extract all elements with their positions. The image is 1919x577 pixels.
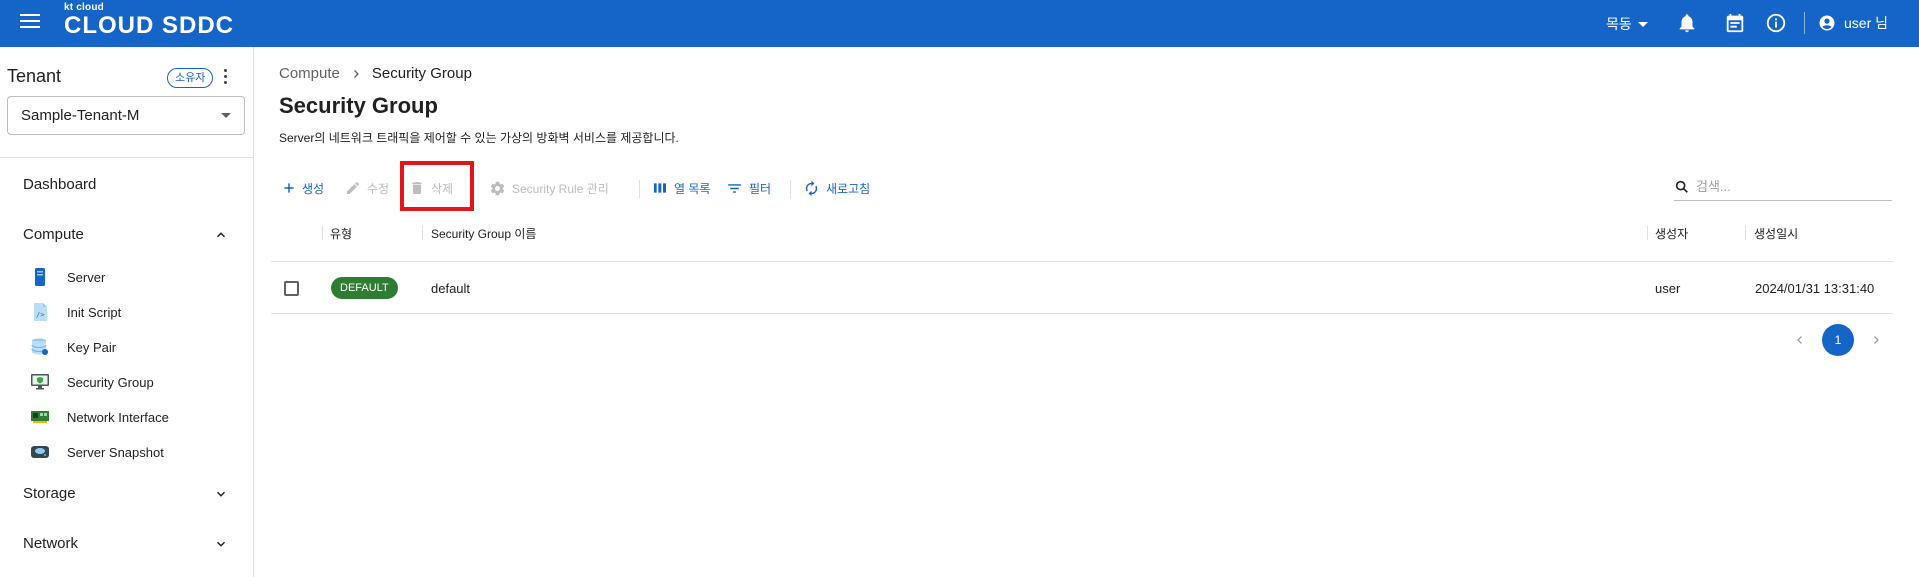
columns-button[interactable]: 열 목록: [652, 176, 710, 200]
breadcrumb-current: Security Group: [371, 65, 472, 82]
disk-icon: [30, 442, 50, 462]
filter-button[interactable]: 필터: [726, 176, 771, 200]
logo[interactable]: kt cloud CLOUD SDDC: [64, 3, 234, 39]
breadcrumb: Compute Security Group: [279, 65, 472, 82]
sidebar-divider: [0, 157, 253, 158]
page-button-current[interactable]: 1: [1822, 324, 1854, 356]
chevron-right-icon: [1874, 336, 1879, 344]
next-page-button[interactable]: [1866, 324, 1886, 356]
view-columns-icon: [654, 183, 666, 193]
filter-icon: [728, 183, 741, 193]
columns-button-label: 열 목록: [674, 181, 711, 196]
tenant-title: Tenant: [7, 66, 62, 86]
column-separator: [322, 226, 323, 240]
row-name: default: [431, 280, 471, 296]
table-row[interactable]: DEFAULT default user 2024/01/31 13:31:40: [271, 262, 1893, 314]
edit-button-label: 수정: [367, 181, 390, 196]
toolbar-divider: [639, 180, 640, 198]
row-created-at: 2024/01/31 13:31:40: [1755, 280, 1875, 296]
chevron-up-icon[interactable]: [214, 228, 228, 242]
sidebar: Tenant 소유자 Sample-Tenant-M Dashboard Com…: [0, 47, 254, 577]
sidebar-item-network-interface[interactable]: Network Interface: [30, 404, 169, 430]
row-checkbox[interactable]: [284, 280, 299, 296]
sidebar-item-init-script[interactable]: /> Init Script: [30, 299, 121, 325]
column-header-name[interactable]: Security Group 이름: [431, 218, 536, 248]
page-title: Security Group: [279, 93, 438, 118]
page-description: Server의 네트워크 트래픽을 제어할 수 있는 가상의 방화벽 서비스를 …: [279, 131, 679, 145]
server-icon: [30, 267, 50, 287]
security-rule-manage-button[interactable]: Security Rule 관리: [489, 176, 609, 200]
sidebar-item-label: Init Script: [67, 304, 122, 320]
chevron-right-icon: [353, 69, 359, 78]
topbar-divider: [1804, 12, 1805, 34]
sidebar-item-label: Server Snapshot: [67, 444, 164, 460]
highlight-box: [400, 161, 474, 211]
column-separator: [1745, 226, 1746, 240]
chevron-down-icon[interactable]: [214, 537, 228, 551]
create-button[interactable]: 생성: [282, 176, 324, 200]
refresh-button-label: 새로고침: [826, 181, 871, 196]
sidebar-item-server[interactable]: Server: [30, 264, 105, 290]
top-app-bar: kt cloud CLOUD SDDC 목동 user 님: [0, 0, 1919, 47]
type-badge: DEFAULT: [331, 277, 398, 299]
tenant-select[interactable]: Sample-Tenant-M: [7, 96, 245, 135]
caret-down-icon: [221, 113, 231, 118]
column-header-created-at[interactable]: 생성일시: [1754, 218, 1798, 248]
tenant-select-value: Sample-Tenant-M: [21, 107, 140, 124]
security-rule-manage-label: Security Rule 관리: [512, 181, 609, 196]
toolbar-divider: [790, 180, 791, 198]
pencil-icon: [347, 181, 360, 194]
edit-button[interactable]: 수정: [345, 176, 389, 200]
nav-network[interactable]: Network: [23, 535, 78, 552]
table-header: 유형 Security Group 이름 생성자 생성일시: [271, 218, 1893, 262]
svg-text:/>: />: [36, 311, 44, 319]
sidebar-item-key-pair[interactable]: Key Pair: [30, 334, 116, 360]
nav-compute[interactable]: Compute: [23, 226, 84, 243]
nav-storage[interactable]: Storage: [23, 485, 76, 502]
region-selector[interactable]: 목동: [1606, 14, 1648, 34]
sidebar-item-label: Security Group: [67, 374, 154, 390]
info-icon[interactable]: [1765, 12, 1787, 34]
filter-button-label: 필터: [749, 181, 772, 196]
chevron-down-icon[interactable]: [214, 487, 228, 501]
column-header-type[interactable]: 유형: [330, 218, 352, 248]
gear-icon: [490, 181, 505, 195]
user-name: user 님: [1844, 15, 1889, 31]
database-icon: [30, 337, 50, 357]
menu-icon[interactable]: [20, 14, 40, 30]
column-header-creator[interactable]: 생성자: [1655, 218, 1688, 248]
create-button-label: 생성: [302, 181, 325, 196]
row-creator: user: [1655, 280, 1681, 296]
logo-main-text: CLOUD SDDC: [64, 12, 234, 39]
sidebar-item-server-snapshot[interactable]: Server Snapshot: [30, 439, 164, 465]
sidebar-item-security-group[interactable]: Security Group: [30, 369, 154, 395]
refresh-icon: [805, 180, 818, 196]
user-menu[interactable]: user 님: [1818, 13, 1888, 33]
caret-down-icon: [1637, 21, 1648, 27]
plus-icon: [284, 183, 294, 193]
prev-page-button[interactable]: [1790, 324, 1810, 356]
search-icon: [1675, 180, 1688, 193]
owner-badge: 소유자: [167, 68, 214, 88]
search-box[interactable]: [1674, 173, 1892, 201]
monitor-shield-icon: [30, 372, 50, 392]
toolbar: 생성 수정 삭제 Security Rule 관리 열 목록 필터 새로고침: [280, 176, 1880, 200]
calendar-icon[interactable]: [1724, 12, 1746, 34]
account-icon: [1819, 15, 1835, 31]
nav-dashboard[interactable]: Dashboard: [23, 176, 96, 193]
refresh-button[interactable]: 새로고침: [803, 176, 870, 200]
search-input[interactable]: [1696, 179, 1876, 194]
column-separator: [422, 226, 423, 240]
region-label: 목동: [1606, 16, 1632, 32]
column-separator: [1647, 226, 1648, 240]
more-vert-icon[interactable]: [222, 69, 228, 87]
sidebar-item-label: Key Pair: [67, 339, 117, 355]
sidebar-item-label: Server: [67, 269, 106, 285]
bell-icon[interactable]: [1676, 12, 1698, 34]
chevron-left-icon: [1797, 336, 1802, 344]
breadcrumb-compute[interactable]: Compute: [279, 65, 340, 82]
nic-icon: [30, 407, 50, 427]
script-icon: />: [30, 302, 50, 322]
sidebar-item-label: Network Interface: [67, 409, 169, 425]
